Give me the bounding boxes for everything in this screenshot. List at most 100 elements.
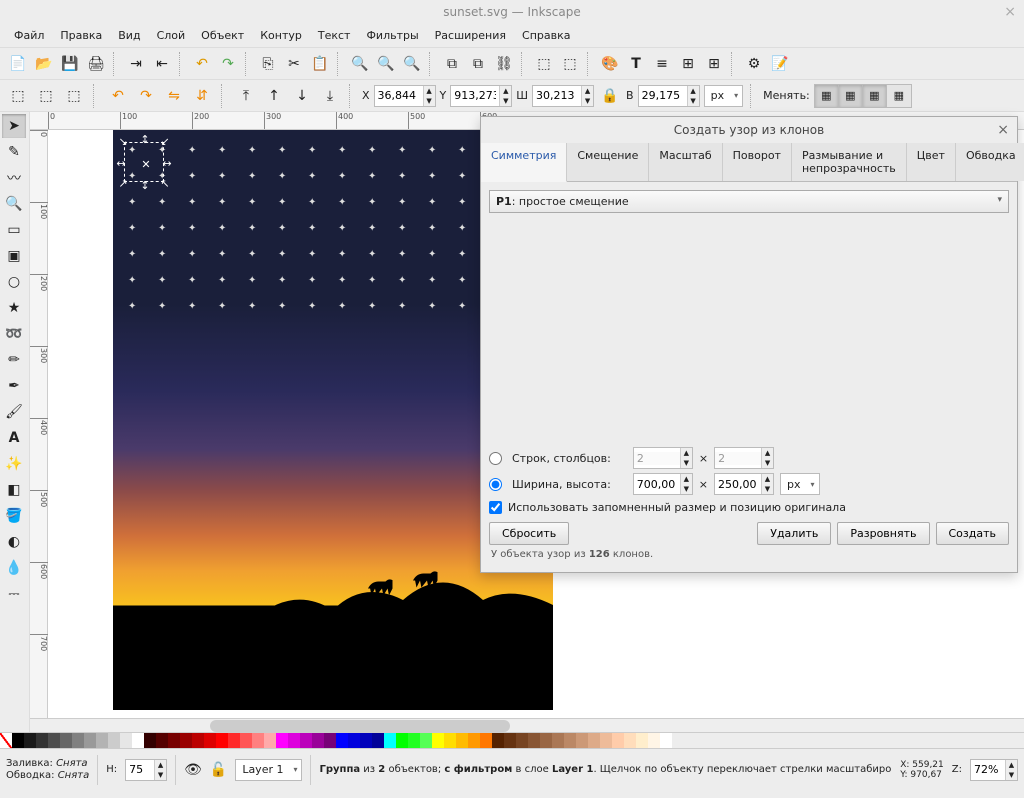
tab-blur-opacity[interactable]: Размывание и непрозрачность [792, 143, 907, 181]
import-icon[interactable]: ⇥ [124, 52, 148, 76]
redo-icon[interactable]: ↷ [216, 52, 240, 76]
xml-dialog-icon[interactable]: ≡ [650, 52, 674, 76]
color-swatch[interactable] [132, 733, 144, 748]
spiral-tool-icon[interactable]: ➿ [2, 322, 26, 346]
color-swatch[interactable] [108, 733, 120, 748]
bezier-tool-icon[interactable]: ✒ [2, 374, 26, 398]
color-swatch[interactable] [624, 733, 636, 748]
color-swatch[interactable] [264, 733, 276, 748]
horizontal-scrollbar[interactable] [30, 718, 1024, 732]
rotate-cw-icon[interactable]: ↷ [134, 84, 158, 108]
eraser-tool-icon[interactable]: ◧ [2, 478, 26, 502]
color-swatch[interactable] [288, 733, 300, 748]
color-swatch[interactable] [48, 733, 60, 748]
color-swatch[interactable] [12, 733, 24, 748]
color-swatch[interactable] [576, 733, 588, 748]
ungroup-icon[interactable]: ⬚ [558, 52, 582, 76]
color-swatch[interactable] [444, 733, 456, 748]
zoom-page-icon[interactable]: 🔍 [374, 52, 398, 76]
color-swatch[interactable] [480, 733, 492, 748]
color-swatch[interactable] [468, 733, 480, 748]
selector-tool-icon[interactable]: ➤ [2, 114, 26, 138]
menu-edit[interactable]: Правка [52, 25, 110, 46]
color-swatch[interactable] [276, 733, 288, 748]
rotate-ccw-icon[interactable]: ↶ [106, 84, 130, 108]
print-icon[interactable]: 🖨 [84, 52, 108, 76]
tab-trace[interactable]: Обводка [956, 143, 1024, 181]
color-swatch[interactable] [600, 733, 612, 748]
color-swatch[interactable] [324, 733, 336, 748]
select-layers-icon[interactable]: ⬚ [34, 84, 58, 108]
dropper-tool-icon[interactable]: 💧 [2, 556, 26, 580]
color-swatch[interactable] [312, 733, 324, 748]
tab-color[interactable]: Цвет [907, 143, 956, 181]
export-icon[interactable]: ⇤ [150, 52, 174, 76]
lock-layer-icon[interactable]: 🔓 [210, 762, 227, 778]
wh-unit-select[interactable]: px [780, 473, 820, 495]
unclump-button[interactable]: Разровнять [837, 522, 929, 545]
color-swatch[interactable] [504, 733, 516, 748]
connector-tool-icon[interactable]: ⎓ [2, 582, 26, 606]
color-swatch[interactable] [216, 733, 228, 748]
color-swatch[interactable] [396, 733, 408, 748]
undo-icon[interactable]: ↶ [190, 52, 214, 76]
color-swatch[interactable] [372, 733, 384, 748]
color-swatch[interactable] [456, 733, 468, 748]
zoom-tool-icon[interactable]: 🔍 [2, 192, 26, 216]
color-swatch[interactable] [432, 733, 444, 748]
color-swatch[interactable] [84, 733, 96, 748]
lock-icon[interactable]: 🔒 [598, 84, 622, 108]
color-swatch[interactable] [492, 733, 504, 748]
color-swatch[interactable] [168, 733, 180, 748]
stroke-value[interactable]: Снята [58, 770, 90, 781]
clone-icon[interactable]: ⧉ [466, 52, 490, 76]
gradient-tool-icon[interactable]: ◐ [2, 530, 26, 554]
create-button[interactable]: Создать [936, 522, 1010, 545]
ellipse-tool-icon[interactable]: ○ [2, 270, 26, 294]
selection-box[interactable]: ↘ ↕ ↙ ↔ ↔ ↗ ↕ ↖ ✕ [124, 142, 164, 182]
color-swatch[interactable] [648, 733, 660, 748]
layer-select[interactable]: Layer 1 [235, 759, 302, 781]
color-swatch[interactable] [24, 733, 36, 748]
transform-dialog-icon[interactable]: ⊞ [702, 52, 726, 76]
align-dialog-icon[interactable]: ⊞ [676, 52, 700, 76]
unit-select[interactable]: px [704, 85, 744, 107]
color-palette[interactable] [0, 732, 1024, 748]
color-swatch[interactable] [612, 733, 624, 748]
tab-rotation[interactable]: Поворот [723, 143, 792, 181]
cols-input[interactable]: ▲▼ [714, 447, 774, 469]
color-swatch[interactable] [252, 733, 264, 748]
opacity-input[interactable]: ▲▼ [125, 759, 167, 781]
lower-icon[interactable]: ↓ [290, 84, 314, 108]
lower-bottom-icon[interactable]: ⤓ [318, 84, 342, 108]
flip-h-icon[interactable]: ⇋ [162, 84, 186, 108]
swatch-none[interactable] [0, 733, 12, 748]
menu-text[interactable]: Текст [310, 25, 359, 46]
menu-extensions[interactable]: Расширения [427, 25, 514, 46]
rect-tool-icon[interactable]: ▭ [2, 218, 26, 242]
menu-filters[interactable]: Фильтры [358, 25, 426, 46]
affect-pattern-icon[interactable]: ▦ [887, 85, 911, 107]
color-swatch[interactable] [540, 733, 552, 748]
width-input[interactable]: ▲▼ [633, 473, 693, 495]
group-icon[interactable]: ⬚ [532, 52, 556, 76]
color-swatch[interactable] [96, 733, 108, 748]
color-swatch[interactable] [228, 733, 240, 748]
rows-cols-radio[interactable] [489, 452, 502, 465]
menu-help[interactable]: Справка [514, 25, 578, 46]
color-swatch[interactable] [180, 733, 192, 748]
affect-gradient-icon[interactable]: ▦ [863, 85, 887, 107]
deselect-icon[interactable]: ⬚ [62, 84, 86, 108]
h-input[interactable]: ▲▼ [638, 85, 700, 107]
affect-stroke-icon[interactable]: ▦ [815, 85, 839, 107]
visibility-icon[interactable]: 👁 [184, 762, 202, 778]
tweak-tool-icon[interactable]: 〰 [2, 166, 26, 190]
tab-symmetry[interactable]: Симметрия [481, 143, 567, 182]
color-swatch[interactable] [300, 733, 312, 748]
pencil-tool-icon[interactable]: ✏ [2, 348, 26, 372]
y-input[interactable]: ▲▼ [450, 85, 512, 107]
color-swatch[interactable] [72, 733, 84, 748]
color-swatch[interactable] [564, 733, 576, 748]
duplicate-icon[interactable]: ⧉ [440, 52, 464, 76]
unlink-icon[interactable]: ⛓ [492, 52, 516, 76]
